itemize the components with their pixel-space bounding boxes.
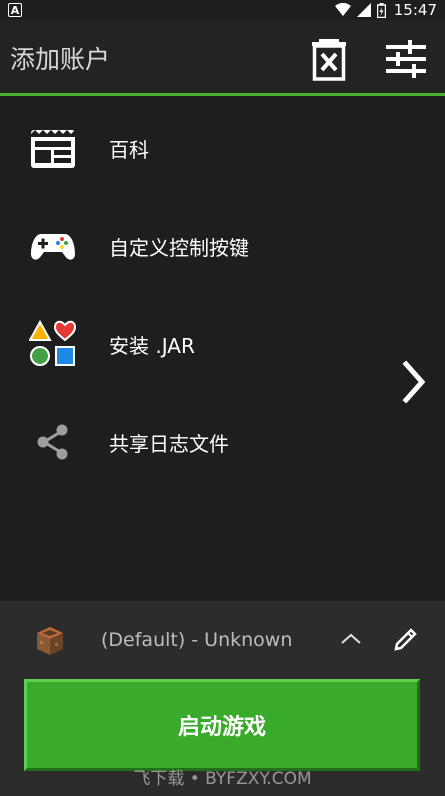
launch-button-label: 启动游戏 <box>177 715 266 740</box>
profile-selector[interactable]: (Default) - Unknown <box>0 601 445 679</box>
clock: 15:47 <box>393 1 437 19</box>
share-icon <box>37 424 68 460</box>
menu-item-label: 安装 .JAR <box>109 333 195 358</box>
gamepad-icon <box>31 234 75 260</box>
status-bar: A 15:47 <box>0 0 445 20</box>
launch-game-button[interactable]: 启动游戏 <box>24 679 420 771</box>
settings-sliders-icon[interactable] <box>384 37 428 81</box>
wiki-news-icon <box>31 130 75 168</box>
delete-account-icon[interactable] <box>307 37 351 81</box>
drawer-menu: 百科 自定义控制按键 安装 .JAR 共享日志文件 <box>0 99 445 491</box>
notification-icon: A <box>8 3 22 17</box>
page-title: 添加账户 <box>10 45 111 74</box>
menu-item-share-log[interactable]: 共享日志文件 <box>0 393 445 491</box>
battery-icon <box>376 2 386 18</box>
chevron-right-icon[interactable] <box>398 358 430 406</box>
signal-icon <box>356 3 371 17</box>
profile-name: (Default) - Unknown <box>101 629 293 651</box>
chevron-up-icon[interactable] <box>338 629 364 649</box>
menu-item-label: 自定义控制按键 <box>109 235 249 260</box>
menu-item-custom-controls[interactable]: 自定义控制按键 <box>0 197 445 295</box>
menu-item-label: 共享日志文件 <box>109 431 229 456</box>
menu-item-install-jar[interactable]: 安装 .JAR <box>0 295 445 393</box>
menu-item-label: 百科 <box>109 137 149 162</box>
wifi-icon <box>334 3 351 16</box>
minecraft-block-icon <box>37 627 63 655</box>
menu-item-wiki[interactable]: 百科 <box>0 99 445 197</box>
shapes-install-icon <box>29 320 77 366</box>
app-bar: 添加账户 <box>0 20 445 96</box>
edit-pencil-icon[interactable] <box>392 625 420 653</box>
watermark: 飞下载 • BYFZXY.COM <box>133 769 312 789</box>
